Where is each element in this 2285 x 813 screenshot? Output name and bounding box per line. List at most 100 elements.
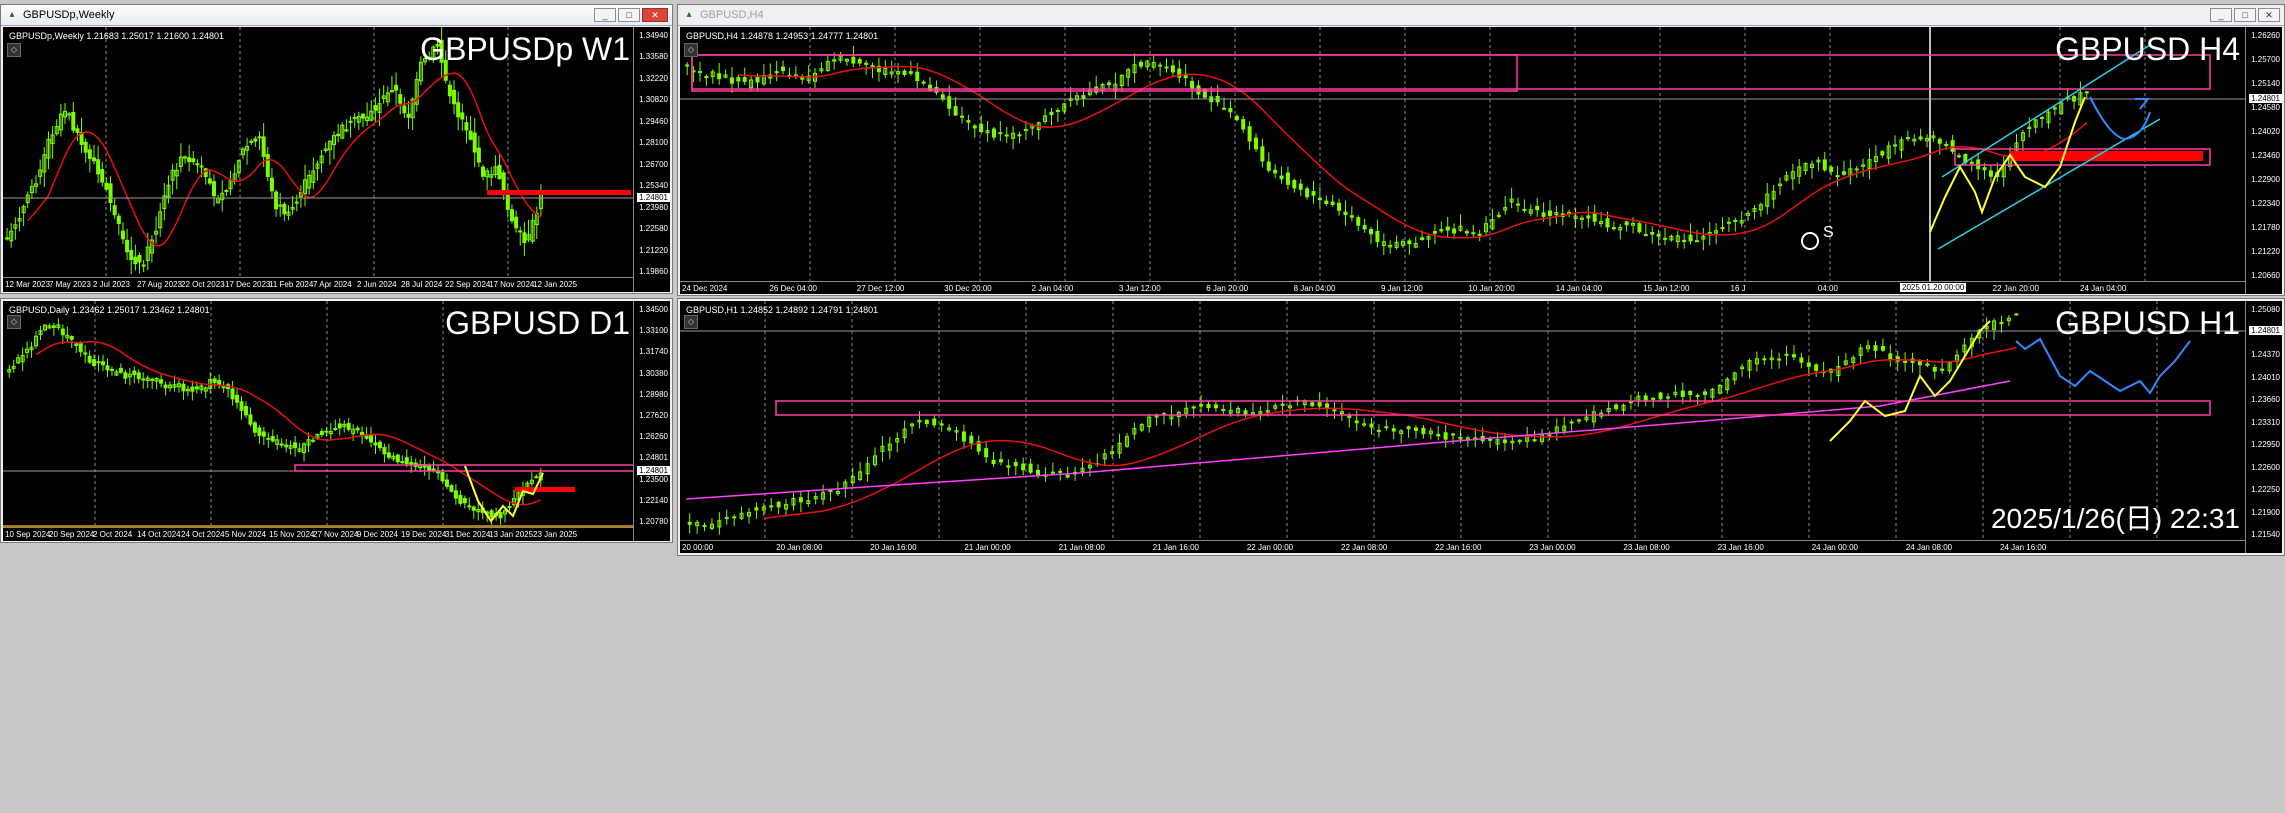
- window-gbpusdp-weekly[interactable]: ▴ GBPUSDp,Weekly _ □ ✕ GBPUSDp,Weekly 1.…: [0, 4, 673, 294]
- time-tick-label: 7 May 2023: [49, 280, 91, 289]
- candle-body: [1311, 191, 1316, 196]
- window-gbpusd-h4[interactable]: ▴ GBPUSD,H4 _ □ ✕ S GBPUSD,H4 1.24878 1.…: [677, 4, 2285, 296]
- chart-pane-d1[interactable]: GBPUSD,Daily 1.23462 1.25017 1.23462 1.2…: [3, 301, 670, 541]
- moving-average-slow-line: [685, 380, 2011, 500]
- candle-body: [774, 71, 779, 74]
- candle-body: [181, 383, 186, 392]
- price-tick-label: 1.34500: [639, 305, 668, 314]
- candle-body: [1592, 213, 1597, 222]
- candle-body: [1988, 170, 1993, 177]
- candle-body: [284, 444, 289, 448]
- chart-pane-h1[interactable]: GBPUSD,H1 1.24852 1.24892 1.24791 1.2480…: [680, 301, 2282, 553]
- candle-body: [755, 76, 760, 83]
- moving-average-line: [738, 65, 2088, 239]
- candle-body: [346, 422, 351, 430]
- price-tick-label: 1.25700: [2251, 55, 2280, 64]
- chart-pane-w1[interactable]: GBPUSDp,Weekly 1.21683 1.25017 1.21600 1…: [3, 27, 670, 292]
- time-tick-label: 22 Jan 16:00: [1435, 543, 1482, 552]
- candle-body: [1050, 471, 1055, 474]
- candle-body: [266, 437, 271, 440]
- one-click-trading-icon[interactable]: ◇: [7, 43, 21, 57]
- one-click-trading-icon[interactable]: ◇: [7, 315, 21, 329]
- price-axis[interactable]: 1.34940 1.33580 1.32220 1.30820 1.29460 1.281…: [633, 27, 670, 292]
- candle-body: [507, 506, 512, 509]
- restore-button[interactable]: □: [618, 8, 640, 22]
- candle-body: [348, 120, 353, 123]
- candle-body: [1451, 433, 1456, 436]
- candle-body: [961, 431, 966, 442]
- forecast-path: [2089, 96, 2151, 141]
- candle-body: [92, 359, 97, 367]
- restore-button[interactable]: □: [2234, 8, 2256, 22]
- candle-body: [1650, 231, 1655, 235]
- candle-body: [319, 430, 324, 436]
- price-tick-label: 1.23660: [2251, 395, 2280, 404]
- candle-body: [460, 112, 465, 120]
- close-button[interactable]: ✕: [2258, 8, 2280, 22]
- candle-body: [120, 230, 125, 240]
- candle-body: [1873, 345, 1878, 351]
- candle-body: [190, 386, 195, 392]
- price-tick-label: 1.22340: [2251, 199, 2280, 208]
- candle-body: [1917, 361, 1922, 366]
- minimize-button[interactable]: _: [594, 8, 616, 22]
- candle-body: [1502, 439, 1507, 444]
- time-tick-label: 21 Jan 16:00: [1152, 543, 1199, 552]
- candle-body: [1577, 419, 1582, 422]
- candle-body: [1950, 140, 1955, 152]
- candle-body: [497, 164, 502, 180]
- candle-body: [1298, 183, 1303, 190]
- time-tick-label: 16 J: [1730, 284, 1746, 293]
- minimize-button[interactable]: _: [2210, 8, 2232, 22]
- candle-body: [1391, 428, 1396, 432]
- current-price-tag: 1.24801: [2249, 94, 2282, 103]
- candle-body: [2052, 107, 2057, 110]
- support-zone: [2010, 151, 2203, 161]
- candle-body: [310, 439, 315, 442]
- chart-symbol-label: GBPUSD H4: [2055, 31, 2240, 67]
- candle-body: [404, 457, 409, 465]
- price-axis[interactable]: 1.34500 1.33100 1.31740 1.30380 1.28980 1.276…: [633, 301, 670, 541]
- candle-body: [1656, 233, 1661, 237]
- chart-pane-h4[interactable]: S GBPUSD,H4 1.24878 1.24953 1.24777 1.24…: [680, 27, 2282, 294]
- candle-body: [1243, 410, 1248, 416]
- candle-body: [1694, 240, 1699, 243]
- candle-body: [87, 149, 92, 159]
- candle-body: [248, 414, 253, 425]
- candle-body: [1477, 233, 1482, 236]
- close-button[interactable]: ✕: [642, 8, 668, 22]
- time-tick-label: 24 Jan 08:00: [1905, 543, 1953, 552]
- window-titlebar[interactable]: ▴ GBPUSDp,Weekly _ □ ✕: [1, 5, 672, 26]
- resistance-zone: [487, 190, 631, 195]
- candle-body: [1969, 161, 1974, 164]
- candle-body: [187, 157, 192, 163]
- price-axis[interactable]: 1.26260 1.25700 1.25140 1.24580 1.24020 1.234…: [2245, 27, 2282, 294]
- time-axis-line: [680, 281, 2246, 282]
- window-gbpusd-h1[interactable]: GBPUSD,H1 1.24852 1.24892 1.24791 1.2480…: [677, 298, 2285, 556]
- candle-body: [243, 406, 248, 416]
- candle-body: [1349, 215, 1354, 218]
- candle-body: [5, 237, 10, 240]
- candle-body: [1081, 95, 1086, 100]
- candle-body: [69, 336, 74, 340]
- candle-body: [1384, 426, 1389, 429]
- candle-body: [101, 361, 106, 366]
- candle-body: [278, 204, 283, 207]
- price-chart-svg[interactable]: S: [680, 27, 2246, 281]
- candle-body: [377, 441, 382, 449]
- candle-body: [1720, 227, 1725, 230]
- candle-body: [398, 94, 403, 104]
- chart-window-icon: ▴: [9, 9, 15, 20]
- one-click-trading-icon[interactable]: ◇: [684, 43, 698, 57]
- window-gbpusd-daily[interactable]: GBPUSD,Daily 1.23462 1.25017 1.23462 1.2…: [0, 298, 673, 543]
- price-axis[interactable]: 1.250801.247201.243701.240101.236601.233…: [2245, 301, 2282, 553]
- candle-body: [984, 448, 989, 458]
- candle-body: [1703, 391, 1708, 395]
- time-tick-label: 2 Jul 2023: [93, 280, 130, 289]
- window-title: GBPUSDp,Weekly: [23, 9, 115, 21]
- candle-body: [406, 113, 411, 118]
- price-tick-label: 1.22900: [2251, 175, 2280, 184]
- window-titlebar[interactable]: ▴ GBPUSD,H4 _ □ ✕: [678, 5, 2284, 26]
- one-click-trading-icon[interactable]: ◇: [684, 315, 698, 329]
- candle-body: [704, 75, 709, 78]
